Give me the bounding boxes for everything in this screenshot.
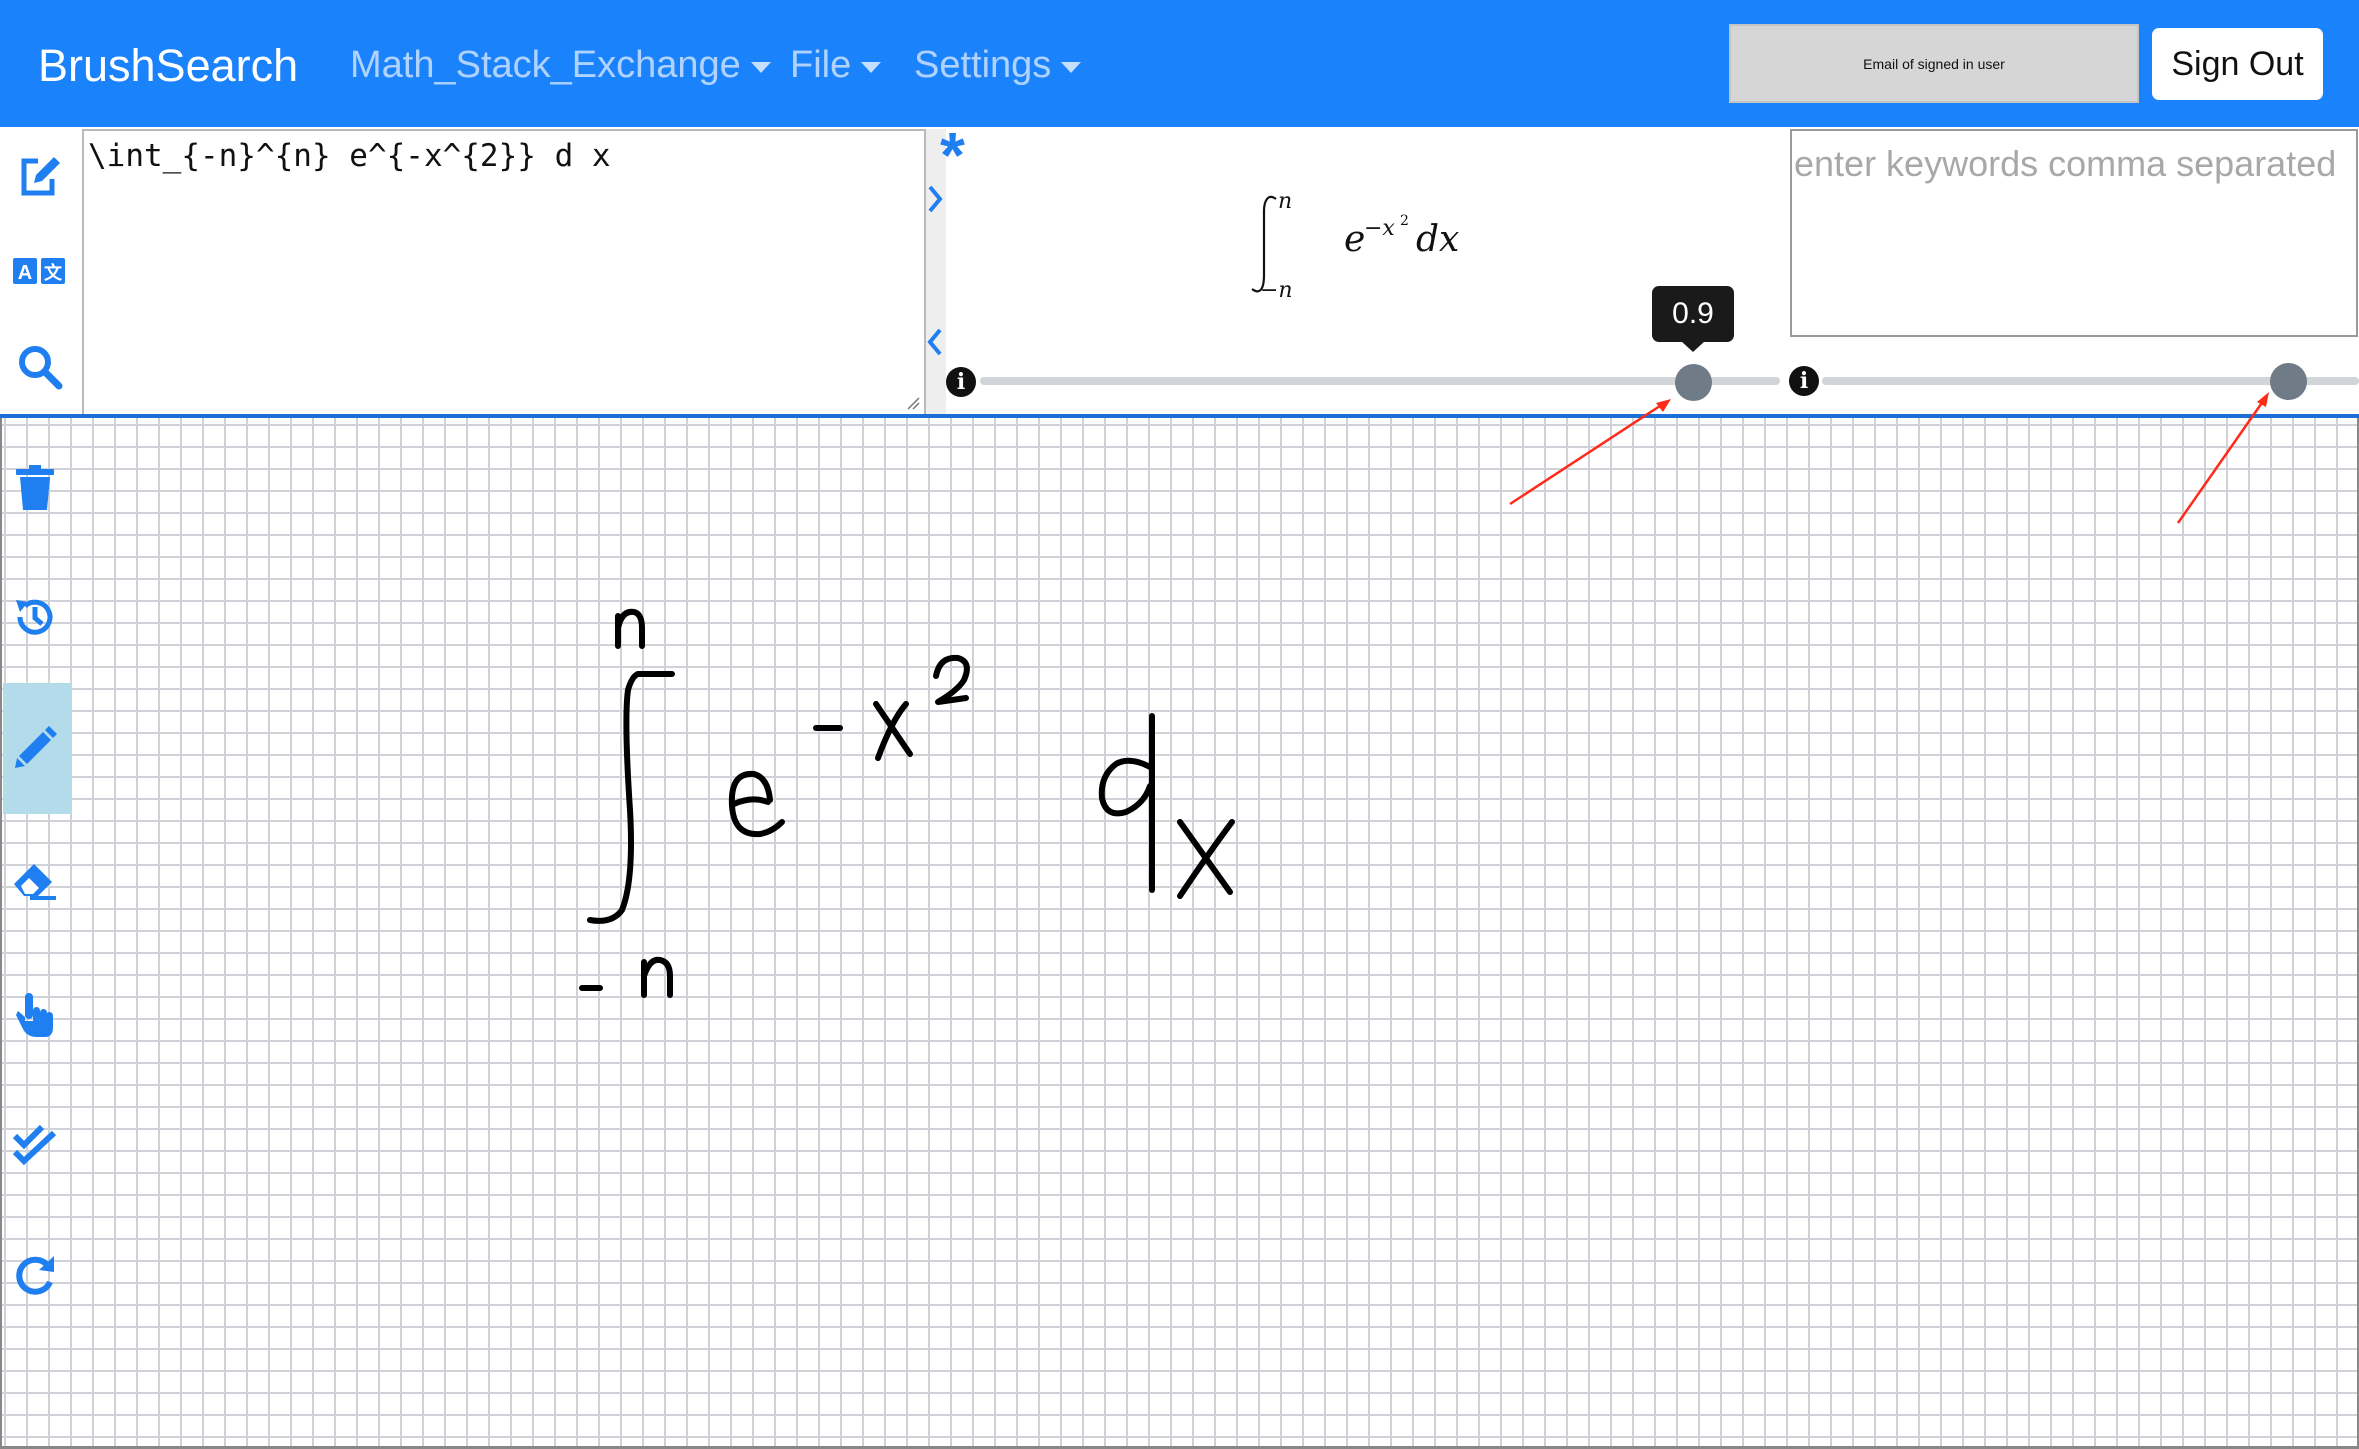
hand-pointer-icon	[16, 993, 53, 1037]
svg-text:e: e	[1344, 219, 1365, 260]
chevron-down-icon	[861, 62, 882, 73]
handwriting-strokes	[579, 608, 1235, 998]
menu-math-stack-exchange[interactable]: Math_Stack_Exchange	[350, 44, 771, 87]
trash-icon	[16, 465, 54, 510]
asterisk-marker[interactable]: *	[940, 118, 965, 192]
sign-out-button[interactable]: Sign Out	[2152, 28, 2323, 100]
menu-file[interactable]: File	[790, 44, 882, 87]
slider-value-tooltip: 0.9	[1652, 286, 1734, 342]
validate-button[interactable]	[0, 1115, 70, 1175]
annotation-arrows	[1509, 392, 2269, 524]
svg-text:−n: −n	[1260, 278, 1293, 303]
history-icon	[16, 599, 53, 635]
edit-icon	[21, 157, 60, 196]
svg-text:2: 2	[1400, 213, 1409, 229]
svg-text:−x: −x	[1364, 216, 1395, 241]
redo-button[interactable]	[0, 1245, 70, 1305]
user-email-text: Email of signed in user	[1863, 55, 2005, 72]
latex-source-text: \int_{-n}^{n} e^{-x^{2}} d x	[88, 138, 611, 174]
chevron-down-icon	[1061, 62, 1082, 73]
menu-label: File	[790, 44, 852, 86]
history-button[interactable]	[0, 587, 70, 647]
translate-icon: A 文	[13, 258, 65, 284]
menu-label: Math_Stack_Exchange	[350, 44, 741, 86]
resize-handle-icon[interactable]	[906, 396, 920, 410]
info-icon[interactable]: i	[946, 367, 976, 397]
svg-text:文: 文	[44, 262, 63, 284]
tooltip-arrow	[1681, 341, 1705, 352]
chevron-left-icon[interactable]	[924, 326, 946, 358]
keywords-input[interactable]	[1790, 129, 2358, 337]
translate-tool-button[interactable]: A 文	[0, 245, 80, 297]
pan-tool-button[interactable]	[0, 985, 70, 1045]
menu-settings[interactable]: Settings	[914, 44, 1082, 87]
brand-logo[interactable]: BrushSearch	[38, 40, 298, 92]
pencil-icon	[15, 726, 57, 768]
edit-tool-button[interactable]	[0, 148, 80, 206]
clear-canvas-button[interactable]	[0, 458, 70, 518]
pen-tool-button[interactable]	[0, 718, 70, 778]
menu-label: Settings	[914, 44, 1052, 86]
redo-icon	[16, 1256, 54, 1295]
rendered-formula: n −n e −x 2 dx	[1251, 189, 1459, 303]
eraser-tool-button[interactable]	[0, 850, 70, 910]
user-email-display: Email of signed in user	[1729, 24, 2139, 103]
search-icon	[19, 346, 63, 390]
svg-text:dx: dx	[1416, 219, 1459, 260]
chevron-down-icon	[750, 62, 771, 73]
search-tool-button[interactable]	[0, 338, 80, 396]
svg-text:n: n	[1278, 189, 1292, 214]
svg-text:A: A	[18, 262, 32, 284]
double-check-icon	[12, 1124, 57, 1166]
eraser-icon	[14, 864, 56, 900]
